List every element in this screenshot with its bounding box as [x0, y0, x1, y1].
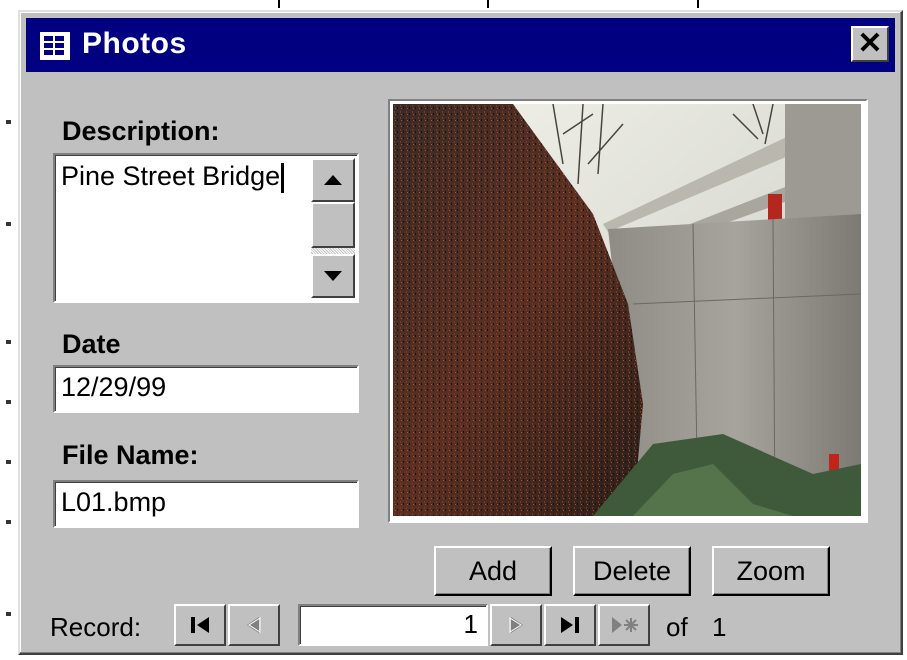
delete-button[interactable]: Delete	[573, 546, 691, 596]
form-icon	[40, 32, 70, 60]
background-mark	[6, 460, 11, 464]
total-records: 1	[712, 612, 727, 642]
previous-record-button[interactable]	[228, 604, 280, 646]
add-button[interactable]: Add	[434, 546, 552, 596]
scroll-down-button[interactable]	[311, 254, 355, 298]
previous-record-icon	[247, 617, 261, 633]
background-tick	[278, 0, 280, 8]
first-record-button[interactable]	[174, 604, 226, 646]
arrow-up-icon	[324, 175, 342, 185]
window-title: Photos	[82, 27, 187, 60]
title-bar[interactable]: Photos ✕	[26, 18, 895, 72]
background-mark	[6, 120, 11, 124]
first-record-icon	[191, 617, 209, 633]
arrow-down-icon	[324, 271, 342, 281]
next-record-icon	[509, 617, 523, 633]
scroll-thumb[interactable]	[311, 202, 355, 248]
text-caret	[281, 162, 285, 193]
new-record-icon	[612, 617, 638, 633]
close-icon: ✕	[857, 27, 883, 60]
current-record-value: 1	[463, 609, 478, 639]
photo-image-frame	[388, 99, 868, 523]
last-record-icon	[561, 617, 579, 633]
description-value: Pine Street Bridge	[61, 161, 281, 191]
scroll-up-button[interactable]	[311, 158, 355, 202]
date-value: 12/29/99	[61, 372, 167, 402]
background-window-side	[0, 0, 11, 660]
file-name-field[interactable]: L01.bmp	[53, 480, 359, 528]
new-record-button[interactable]	[598, 604, 650, 646]
file-name-label: File Name:	[62, 440, 199, 470]
next-record-button[interactable]	[490, 604, 542, 646]
background-mark	[6, 340, 11, 344]
date-label: Date	[62, 329, 121, 359]
description-label: Description:	[62, 116, 220, 146]
background-mark	[6, 520, 11, 524]
date-field[interactable]: 12/29/99	[53, 365, 359, 413]
last-record-button[interactable]	[544, 604, 596, 646]
record-label: Record:	[50, 612, 142, 642]
zoom-button[interactable]: Zoom	[712, 546, 830, 596]
current-record-field[interactable]: 1	[298, 604, 488, 646]
close-button[interactable]: ✕	[851, 26, 889, 62]
file-name-value: L01.bmp	[61, 487, 167, 517]
background-mark	[6, 222, 11, 226]
of-label: of	[666, 612, 688, 642]
background-mark	[6, 400, 11, 404]
description-scrollbar[interactable]	[311, 158, 355, 298]
background-tick	[697, 0, 699, 8]
photos-form-window: Photos ✕ Description: Pine Street Bridge…	[18, 10, 903, 655]
photo-image	[393, 104, 861, 516]
background-mark	[6, 612, 11, 616]
background-tick	[487, 0, 489, 8]
